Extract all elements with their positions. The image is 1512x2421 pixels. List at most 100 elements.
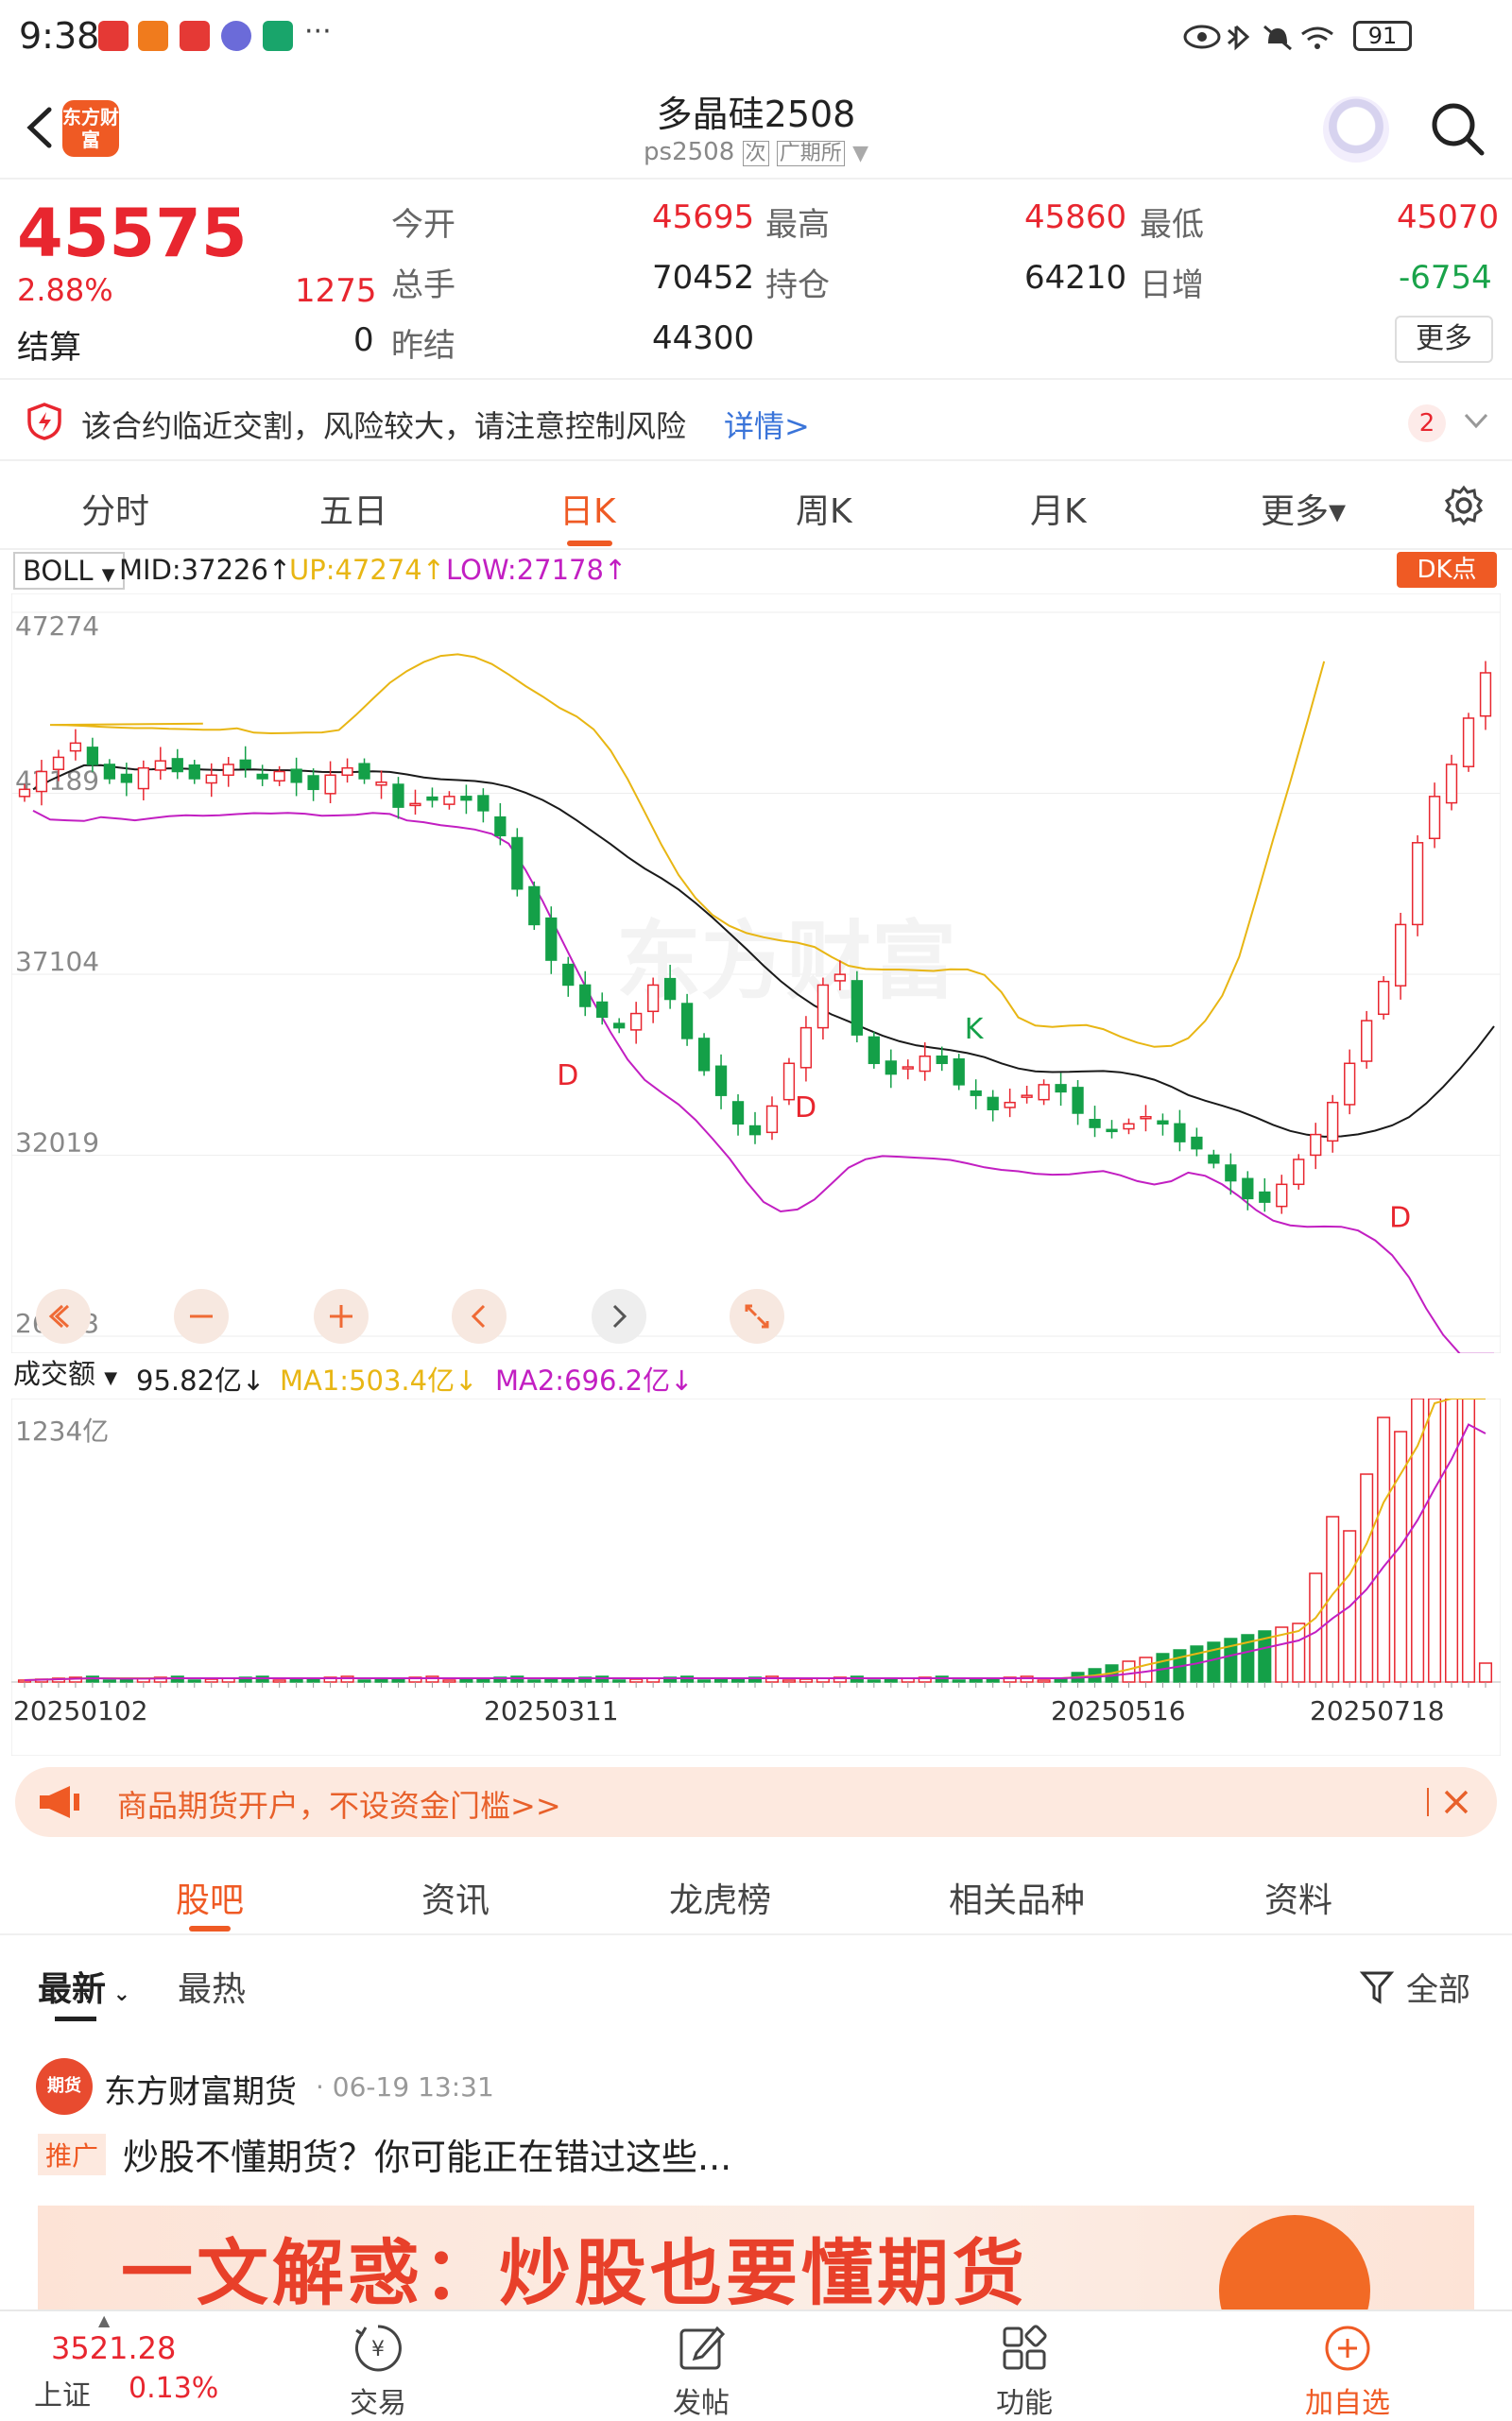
volume-bar — [357, 1679, 371, 1683]
nav-post[interactable]: 发帖 — [626, 2313, 777, 2420]
candle-body — [1259, 1191, 1271, 1203]
candle-body — [1242, 1177, 1254, 1200]
assistant-robot-icon[interactable] — [1323, 96, 1389, 163]
search-icon[interactable] — [1427, 98, 1487, 159]
bottom-nav: ▲ 3521.28 上证 0.13% ¥ 交易 发帖 功能 加自选 — [0, 2309, 1512, 2420]
candle-body — [545, 917, 558, 961]
fullscreen-button[interactable] — [730, 1289, 784, 1344]
volume-bar — [799, 1678, 813, 1683]
gear-icon[interactable] — [1442, 484, 1486, 527]
candle-body — [188, 764, 200, 780]
post-time: · 06-19 13:31 — [316, 2071, 494, 2103]
chevron-down-icon[interactable] — [1463, 410, 1489, 433]
nav-add-watchlist[interactable]: 加自选 — [1272, 2313, 1423, 2420]
open-value: 45695 — [652, 198, 755, 236]
index-change: 0.13% — [129, 2372, 219, 2405]
tab-profile[interactable]: 资料 — [1264, 1873, 1332, 1922]
contract-subtitle[interactable]: ps2508 次 广期所 ▼ — [0, 136, 1512, 166]
candle-body — [443, 796, 455, 805]
candle — [1462, 713, 1475, 772]
candle-body — [1445, 764, 1458, 804]
warning-shield-icon — [27, 403, 61, 440]
tab-latest[interactable]: 最新 ⌄ — [38, 1962, 130, 2011]
tab-five-day[interactable]: 五日 — [319, 484, 387, 533]
filter-all[interactable]: 全部 — [1406, 1964, 1470, 2010]
volume-bar — [1461, 1399, 1476, 1683]
risk-details-link[interactable]: 详情> — [724, 403, 810, 446]
promo-banner[interactable]: 商品期货开户，不设资金门槛>> — [15, 1767, 1497, 1837]
avatar[interactable]: 期货 — [36, 2058, 93, 2115]
low-value: 45070 — [1397, 198, 1500, 236]
candle-body — [630, 1012, 643, 1031]
post-author[interactable]: 东方财富期货 — [104, 2066, 297, 2112]
risk-notice[interactable]: 该合约临近交割，风险较大，请注意控制风险 详情> 2 — [0, 382, 1512, 461]
prev-settle-label: 昨结 — [391, 327, 455, 365]
candle-body — [1038, 1084, 1050, 1101]
candle-body — [52, 756, 65, 770]
indicator-select[interactable]: BOLL ▼ — [13, 552, 125, 590]
candle-body — [1225, 1164, 1237, 1182]
candle — [868, 1031, 880, 1069]
nav-trade[interactable]: ¥ 交易 — [302, 2313, 454, 2420]
notification-icon — [98, 21, 129, 51]
active-tab-indicator — [567, 541, 612, 546]
tab-more[interactable]: 更多▾ — [1261, 484, 1346, 533]
candle-body — [1072, 1087, 1084, 1114]
candle-body — [1377, 980, 1390, 1016]
tab-related[interactable]: 相关品种 — [949, 1873, 1085, 1922]
tab-forum[interactable]: 股吧 — [176, 1873, 244, 1922]
page-title[interactable]: 多晶硅2508 — [0, 85, 1512, 137]
volume-bar — [204, 1678, 218, 1683]
post-title[interactable]: 炒股不懂期货？你可能正在错过这些... — [123, 2128, 731, 2180]
filter-icon[interactable] — [1359, 1969, 1397, 2007]
candle-body — [816, 984, 830, 1029]
candle-body — [850, 980, 864, 1036]
candle — [511, 828, 524, 897]
candle-body — [1157, 1120, 1169, 1125]
x-tick-label: 20250516 — [1051, 1695, 1186, 1726]
candle-body — [1361, 1020, 1373, 1062]
post-image[interactable]: 一文解惑：炒股也要懂期货 — [38, 2206, 1474, 2319]
tab-daily-k[interactable]: 日K — [559, 484, 616, 533]
candle-body — [697, 1038, 711, 1072]
close-icon[interactable] — [1440, 1786, 1472, 1818]
status-time: 9:38 — [19, 15, 100, 57]
candle-body — [154, 760, 166, 771]
candlestick-chart[interactable]: 4727442189371043201926933东方财富DDKD — [11, 593, 1501, 1353]
volume-bar — [527, 1679, 541, 1683]
tab-news[interactable]: 资讯 — [421, 1873, 490, 1922]
zoom-in-button[interactable] — [314, 1289, 369, 1344]
volume-bar — [612, 1679, 627, 1683]
tab-hot[interactable]: 最热 — [178, 1962, 246, 2011]
grid-icon — [1003, 2325, 1047, 2370]
zoom-out-button[interactable] — [174, 1289, 229, 1344]
more-button[interactable]: 更多 — [1395, 316, 1493, 363]
candle-body — [86, 747, 99, 765]
scroll-left-button[interactable] — [452, 1289, 507, 1344]
nav-functions[interactable]: 功能 — [949, 2313, 1100, 2420]
candle-body — [1310, 1133, 1322, 1157]
scroll-start-button[interactable] — [36, 1289, 91, 1344]
volume-bar — [714, 1678, 729, 1683]
candle-body — [1021, 1094, 1033, 1098]
tab-weekly-k[interactable]: 周K — [796, 484, 852, 533]
quote-panel: 45575 2.88% 1275 结算 0 今开 45695 最高 45860 … — [0, 181, 1512, 380]
tab-monthly-k[interactable]: 月K — [1030, 484, 1087, 533]
volume-value: 95.82亿↓ — [136, 1365, 266, 1397]
dk-point-button[interactable]: DK点 — [1397, 552, 1497, 588]
volume-bar — [969, 1678, 983, 1683]
list-item[interactable]: 期货 东方财富期货 · 06-19 13:31 推广 炒股不懂期货？你可能正在错… — [0, 2041, 1512, 2319]
status-bar: 9:38 ··· 91 — [0, 0, 1512, 76]
scroll-right-button[interactable] — [592, 1289, 646, 1344]
index-value[interactable]: 3521.28 — [51, 2330, 176, 2366]
tab-intraday[interactable]: 分时 — [81, 484, 149, 533]
boll-low: LOW:27178↑ — [446, 554, 627, 586]
tab-dragon-tiger[interactable]: 龙虎榜 — [669, 1873, 771, 1922]
volume-chart[interactable]: 1234亿 20250102 20250311 20250516 20250718 — [11, 1399, 1501, 1756]
volume-max-label: 1234亿 — [15, 1416, 109, 1447]
candle-body — [528, 885, 541, 926]
settle-value: 0 — [353, 321, 374, 359]
volume-bar — [459, 1678, 473, 1683]
edit-icon — [679, 2326, 726, 2370]
volume-indicator-select[interactable]: 成交额 ▼ — [6, 1357, 126, 1395]
